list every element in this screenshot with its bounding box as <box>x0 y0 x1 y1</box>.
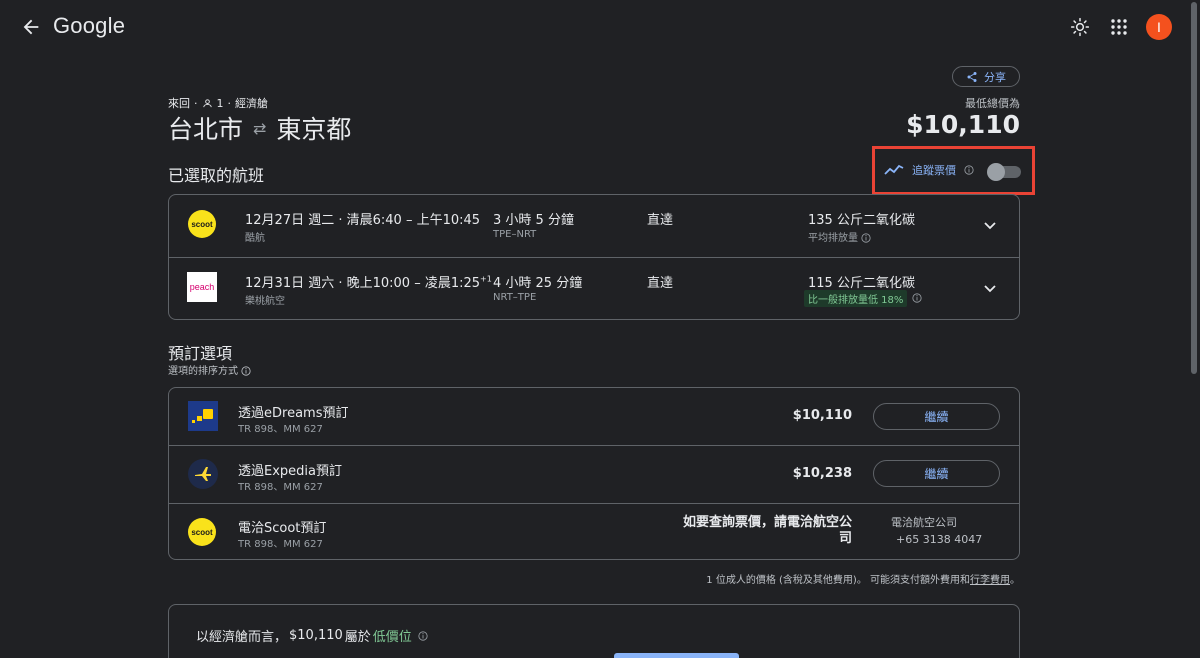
emissions-badge: 比一般排放量低 18% <box>804 290 908 307</box>
emissions-note-text: 平均排放量 <box>808 233 858 244</box>
booking-option-row: 透過Expedia預訂 TR 898、MM 627 $10,238 繼續 <box>169 446 1019 503</box>
scoot-logo: scoot <box>188 518 216 546</box>
back-arrow-icon[interactable] <box>20 16 42 38</box>
airline-name: 樂桃航空 <box>245 296 285 307</box>
sort-by-label: 選項的排序方式 <box>168 366 238 377</box>
flight-duration: 4 小時 25 分鐘 <box>493 276 583 291</box>
origin-city: 台北市 <box>168 115 244 144</box>
trip-meta: 來回 · 1 · 經濟艙 <box>168 95 268 111</box>
flight-datetime-text: 12月31日 週六 · 晚上10:00 – 凌晨1:25 <box>245 276 481 291</box>
selected-flights-title: 已選取的航班 <box>168 166 265 185</box>
price-caption: 最低總價為 <box>965 97 1020 110</box>
info-icon[interactable] <box>964 165 974 175</box>
airline-name: 酷航 <box>245 233 265 244</box>
contact-airline-label: 電洽航空公司 <box>891 516 957 529</box>
expedia-logo <box>188 459 218 489</box>
scoot-logo: scoot <box>188 210 216 238</box>
top-bar: Google I <box>0 0 1188 56</box>
flight-emissions: 115 公斤二氧化碳 <box>808 276 915 291</box>
price-footnote: 1 位成人的價格 (含稅及其他費用)。 可能須支付額外費用和行李費用。 <box>706 571 1020 586</box>
scrollbar[interactable] <box>1188 0 1200 658</box>
footnote-text: 1 位成人的價格 (含稅及其他費用)。 可能須支付額外費用和 <box>706 575 970 586</box>
insight-middle: 屬於 <box>344 630 371 645</box>
share-label: 分享 <box>984 70 1006 84</box>
booking-option-row: scoot 電洽Scoot預訂 TR 898、MM 627 如要查詢票價，請電洽… <box>169 504 1019 561</box>
booking-flights: TR 898、MM 627 <box>238 482 323 493</box>
airline-phone[interactable]: +65 3138 4047 <box>896 532 982 548</box>
insight-price: $10,110 <box>289 628 343 643</box>
booking-option-row: 透過eDreams預訂 TR 898、MM 627 $10,110 繼續 <box>169 388 1019 445</box>
google-logo[interactable]: Google <box>53 13 125 39</box>
info-icon[interactable] <box>241 366 251 376</box>
airplane-icon <box>195 467 211 481</box>
booking-price: $10,238 <box>792 466 852 481</box>
price-insight-card: 以經濟艙而言， $10,110 屬於 低價位 <box>168 604 1020 658</box>
account-avatar[interactable]: I <box>1146 14 1172 40</box>
price-insight-text: 以經濟艙而言， $10,110 屬於 低價位 <box>196 626 428 645</box>
selected-flights-card: scoot 12月27日 週二 · 清晨6:40 – 上午10:45 酷航 3 … <box>168 194 1020 320</box>
chevron-down-icon[interactable] <box>982 217 998 233</box>
sort-by[interactable]: 選項的排序方式 <box>168 362 251 377</box>
price-range-bar <box>614 653 739 658</box>
booking-flights: TR 898、MM 627 <box>238 424 323 435</box>
toggle-knob <box>987 163 1005 181</box>
price-level: 低價位 <box>372 630 412 645</box>
track-prices[interactable]: 追蹤票價 <box>884 162 974 178</box>
booking-options-title: 預訂選項 <box>168 344 233 363</box>
flight-duration: 3 小時 5 分鐘 <box>493 213 574 228</box>
brightness-icon[interactable] <box>1070 17 1090 37</box>
share-button[interactable]: 分享 <box>952 66 1020 87</box>
emissions-note: 平均排放量 <box>808 229 871 244</box>
route-title: 台北市 ⇄ 東京都 <box>168 110 351 146</box>
passenger-count[interactable]: 1 <box>217 97 224 110</box>
flight-row[interactable]: scoot 12月27日 週二 · 清晨6:40 – 上午10:45 酷航 3 … <box>169 195 1019 257</box>
round-trip-arrows-icon: ⇄ <box>253 118 267 138</box>
flight-datetime: 12月27日 週二 · 清晨6:40 – 上午10:45 <box>245 213 481 228</box>
insight-prefix: 以經濟艙而言， <box>196 630 288 645</box>
flight-stops: 直達 <box>647 276 674 291</box>
dot-separator: · <box>194 96 198 110</box>
person-icon <box>202 98 212 107</box>
edreams-logo <box>188 401 218 431</box>
continue-button[interactable]: 繼續 <box>873 460 1000 487</box>
call-airline-text: 如要查詢票價，請電洽航空公司 <box>682 515 852 546</box>
dot-separator: · <box>227 96 232 110</box>
total-price: $10,110 <box>906 110 1020 139</box>
baggage-fees-link[interactable]: 行李費用 <box>970 575 1010 586</box>
continue-button[interactable]: 繼續 <box>873 403 1000 430</box>
booking-provider: 透過eDreams預訂 <box>238 406 349 421</box>
booking-provider: 電洽Scoot預訂 <box>238 521 327 536</box>
flight-emissions: 135 公斤二氧化碳 <box>808 213 915 228</box>
footnote-suffix: 。 <box>1010 575 1020 586</box>
share-icon <box>967 71 977 82</box>
trip-type[interactable]: 來回 <box>168 95 190 111</box>
scrollbar-thumb[interactable] <box>1191 2 1197 374</box>
booking-provider: 透過Expedia預訂 <box>238 464 342 479</box>
info-icon[interactable] <box>861 233 871 243</box>
track-prices-label: 追蹤票價 <box>912 164 956 177</box>
apps-grid-icon[interactable] <box>1110 18 1128 36</box>
booking-price: $10,110 <box>792 408 852 423</box>
flight-row[interactable]: peach 12月31日 週六 · 晚上10:00 – 凌晨1:25+1 樂桃航… <box>169 258 1019 320</box>
peach-logo: peach <box>187 272 217 302</box>
flight-datetime: 12月31日 週六 · 晚上10:00 – 凌晨1:25+1 <box>245 272 492 291</box>
info-icon[interactable] <box>912 293 922 303</box>
track-prices-toggle[interactable] <box>987 163 1021 181</box>
chevron-down-icon[interactable] <box>982 280 998 296</box>
flight-stops: 直達 <box>647 213 674 228</box>
destination-city: 東京都 <box>276 115 352 144</box>
flight-route: NRT–TPE <box>493 292 537 303</box>
cabin-class[interactable]: 經濟艙 <box>235 95 268 111</box>
booking-options-card: 透過eDreams預訂 TR 898、MM 627 $10,110 繼續 透過E… <box>168 387 1020 560</box>
trend-icon <box>884 164 904 175</box>
next-day-indicator: +1 <box>480 274 492 284</box>
flight-route: TPE–NRT <box>493 229 537 240</box>
info-icon[interactable] <box>418 630 428 641</box>
booking-flights: TR 898、MM 627 <box>238 539 323 550</box>
